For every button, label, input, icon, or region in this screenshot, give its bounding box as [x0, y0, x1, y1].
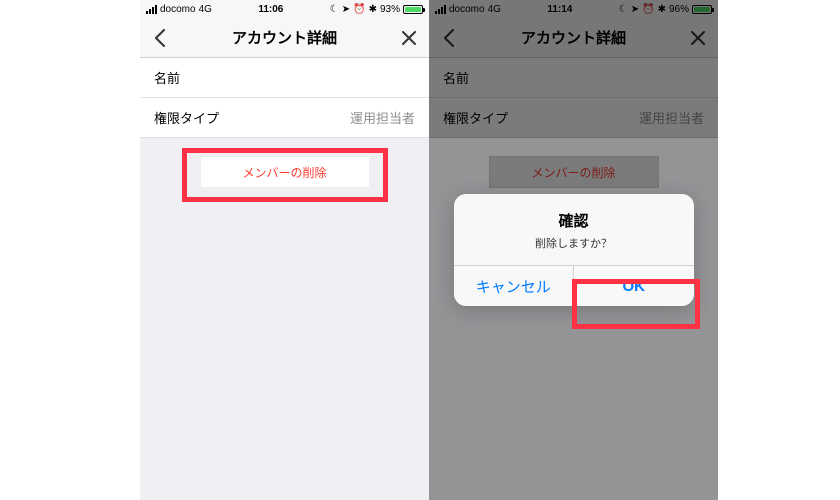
signal-icon: [146, 5, 157, 14]
page-title: アカウント詳細: [232, 27, 337, 48]
status-bar: docomo 4G 11:06 ☾ ➤ ⏰ ✱ 93%: [140, 0, 429, 18]
chevron-left-icon: [154, 29, 166, 47]
screenshot-right: docomo 4G 11:14 ☾ ➤ ⏰ ✱ 96% アカウント詳細 名前 権…: [429, 0, 718, 500]
row-value: 運用担当者: [350, 108, 415, 127]
location-icon: ➤: [342, 4, 350, 15]
row-value: [389, 68, 415, 87]
dialog-message: 削除しますか？: [464, 235, 684, 251]
battery-pct: 93%: [380, 4, 400, 15]
delete-member-label: メンバーの削除: [242, 164, 326, 181]
back-button[interactable]: [150, 28, 170, 48]
dialog-title: 確認: [464, 210, 684, 231]
battery-icon: [403, 5, 423, 14]
clock: 11:06: [258, 4, 283, 15]
modal-overlay: 確認 削除しますか？ キャンセル OK: [429, 0, 718, 500]
close-icon: [402, 31, 416, 45]
row-label: 名前: [154, 68, 180, 87]
network-label: 4G: [199, 4, 212, 15]
moon-icon: ☾: [330, 4, 339, 15]
screenshot-left: docomo 4G 11:06 ☾ ➤ ⏰ ✱ 93% アカウント詳細 名前 権…: [140, 0, 429, 500]
detail-list: 名前 権限タイプ 運用担当者: [140, 58, 429, 138]
alarm-icon: ⏰: [353, 4, 365, 15]
row-role[interactable]: 権限タイプ 運用担当者: [140, 98, 429, 138]
cancel-button[interactable]: キャンセル: [454, 266, 574, 306]
close-button[interactable]: [399, 28, 419, 48]
carrier-label: docomo: [160, 4, 196, 15]
delete-member-button[interactable]: メンバーの削除: [200, 156, 370, 188]
row-name[interactable]: 名前: [140, 58, 429, 98]
ok-button[interactable]: OK: [573, 266, 694, 306]
confirm-dialog: 確認 削除しますか？ キャンセル OK: [454, 194, 694, 306]
navbar: アカウント詳細: [140, 18, 429, 58]
bluetooth-icon: ✱: [369, 4, 377, 15]
row-label: 権限タイプ: [154, 108, 219, 127]
